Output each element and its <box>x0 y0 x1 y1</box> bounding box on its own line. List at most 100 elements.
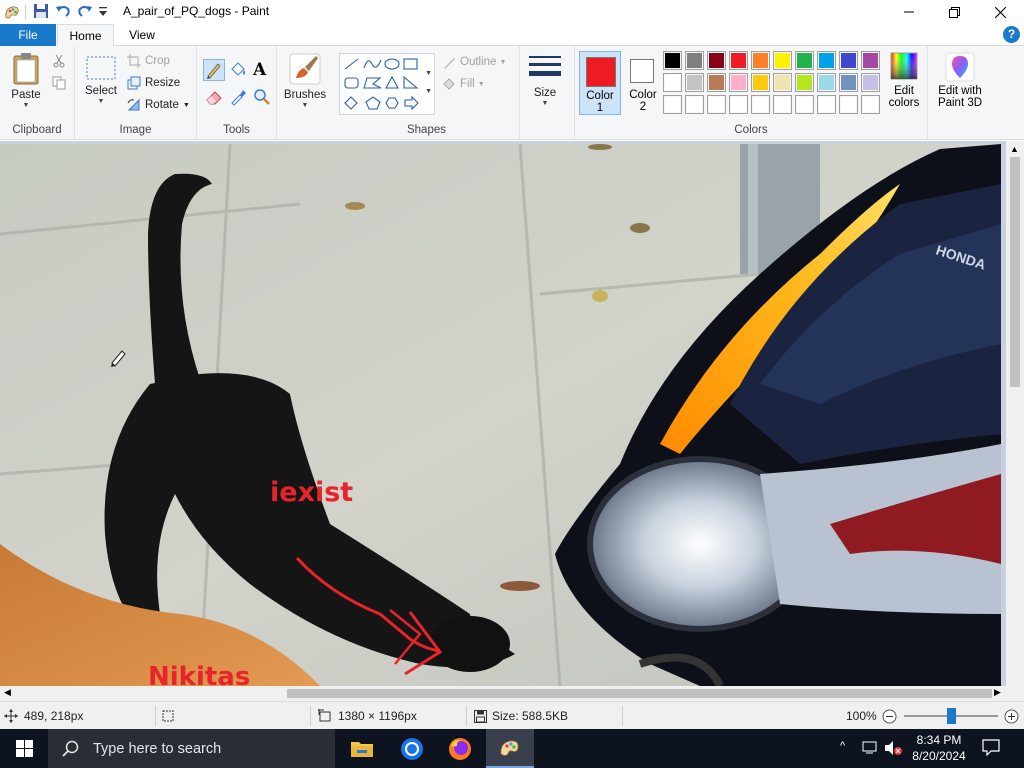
palette-swatch[interactable] <box>663 51 682 70</box>
cut-icon[interactable] <box>52 54 66 71</box>
pencil-icon <box>207 63 221 79</box>
palette-swatch[interactable] <box>817 73 836 92</box>
paste-button[interactable]: Paste ▼ <box>6 52 46 110</box>
text-tool-icon[interactable]: A <box>253 60 266 80</box>
palette-swatch[interactable] <box>861 51 880 70</box>
redo-icon[interactable] <box>77 3 93 22</box>
maximize-button[interactable] <box>931 0 977 24</box>
annotation-nikitas: Nikitas <box>148 662 251 686</box>
pencil-tool[interactable] <box>203 59 225 81</box>
magnifier-tool[interactable] <box>253 88 271 109</box>
select-button[interactable]: Select ▼ <box>83 54 119 106</box>
palette-swatch[interactable] <box>751 95 770 114</box>
crop-icon <box>127 54 141 68</box>
close-button[interactable] <box>977 0 1023 24</box>
customize-quick-access-icon[interactable] <box>98 6 108 21</box>
horizontal-scroll-thumb[interactable] <box>287 689 992 698</box>
volume-muted-icon[interactable] <box>884 740 902 759</box>
eyedropper-icon <box>231 90 246 106</box>
palette-swatch[interactable] <box>707 95 726 114</box>
tab-view[interactable]: View <box>118 24 166 46</box>
palette-swatch[interactable] <box>861 73 880 92</box>
rotate-button[interactable]: Rotate ▼ <box>127 95 190 115</box>
paintbrush-icon <box>289 53 321 85</box>
scroll-right-icon[interactable]: ▶ <box>994 687 1001 698</box>
palette-swatch[interactable] <box>773 95 792 114</box>
vertical-scroll-thumb[interactable] <box>1010 157 1020 387</box>
start-button[interactable] <box>0 729 48 768</box>
tab-home[interactable]: Home <box>57 24 114 47</box>
palette-swatch[interactable] <box>685 95 704 114</box>
palette-swatch[interactable] <box>685 51 704 70</box>
palette-swatch[interactable] <box>729 73 748 92</box>
horizontal-scrollbar[interactable]: ◀ ▶ <box>0 686 1024 701</box>
outline-button[interactable]: Outline ▼ <box>442 52 506 72</box>
scroll-left-icon[interactable]: ◀ <box>4 687 11 698</box>
zoom-slider-thumb[interactable] <box>947 708 956 724</box>
chrome-taskbar-button[interactable] <box>388 729 436 768</box>
color-picker-tool[interactable] <box>229 88 247 109</box>
help-icon[interactable]: ? <box>1003 26 1020 43</box>
palette-swatch[interactable] <box>839 73 858 92</box>
shapes-gallery[interactable]: ▼ ▼ <box>339 53 435 115</box>
brushes-button[interactable]: Brushes ▼ <box>280 52 330 110</box>
scroll-up-icon[interactable]: ▲ <box>1010 144 1019 154</box>
chevron-down-icon[interactable]: ▼ <box>425 70 432 77</box>
palette-swatch[interactable] <box>861 95 880 114</box>
show-hidden-icons-icon[interactable]: ^ <box>840 740 845 752</box>
color1-button[interactable]: Color 1 <box>579 51 621 115</box>
drawing-canvas[interactable]: HONDA iexist Nikitas <box>0 144 1001 686</box>
chevron-down-icon[interactable]: ▼ <box>425 88 432 95</box>
zoom-slider-track[interactable] <box>904 708 998 724</box>
palette-swatch[interactable] <box>795 95 814 114</box>
palette-swatch[interactable] <box>839 95 858 114</box>
paint-taskbar-button[interactable] <box>486 729 534 768</box>
palette-swatch[interactable] <box>839 51 858 70</box>
palette-swatch[interactable] <box>729 95 748 114</box>
palette-swatch[interactable] <box>751 51 770 70</box>
paint-app-icon[interactable] <box>3 3 21 24</box>
network-icon[interactable] <box>862 740 879 758</box>
color-palette <box>663 51 885 115</box>
undo-icon[interactable] <box>55 3 71 22</box>
palette-swatch[interactable] <box>817 95 836 114</box>
save-icon[interactable] <box>33 3 49 22</box>
image-group-label: Image <box>119 124 152 136</box>
vertical-scrollbar[interactable]: ▲ <box>1006 141 1024 686</box>
edit-with-paint3d-button[interactable]: Edit with Paint 3D <box>932 52 988 116</box>
notifications-icon[interactable] <box>982 739 1000 759</box>
palette-swatch[interactable] <box>707 51 726 70</box>
size-button[interactable]: Size ▼ <box>524 54 566 108</box>
edit-colors-button[interactable]: Edit colors <box>885 52 923 116</box>
palette-swatch[interactable] <box>729 51 748 70</box>
palette-swatch[interactable] <box>795 73 814 92</box>
system-clock[interactable]: 8:34 PM 8/20/2024 <box>905 732 973 764</box>
palette-swatch[interactable] <box>795 51 814 70</box>
firefox-taskbar-button[interactable] <box>436 729 484 768</box>
fill-button[interactable]: Fill ▼ <box>442 74 485 94</box>
rotate-icon <box>127 98 140 111</box>
copy-icon[interactable] <box>52 76 66 93</box>
taskbar-search-box[interactable]: Type here to search <box>48 729 335 768</box>
fill-tool[interactable] <box>229 61 247 82</box>
palette-swatch[interactable] <box>751 73 770 92</box>
resize-button[interactable]: Resize <box>127 73 180 93</box>
palette-swatch[interactable] <box>773 51 792 70</box>
ribbon-tabs: File Home View ? <box>0 24 1024 47</box>
minimize-button[interactable] <box>886 0 932 24</box>
color2-button[interactable]: Color 2 <box>623 51 663 115</box>
tools-group: A Tools <box>197 46 277 140</box>
palette-swatch[interactable] <box>685 73 704 92</box>
crop-button[interactable]: Crop <box>127 51 170 71</box>
zoom-out-button[interactable] <box>882 709 897 727</box>
tools-group-label: Tools <box>223 124 250 136</box>
palette-swatch[interactable] <box>663 73 682 92</box>
palette-swatch[interactable] <box>663 95 682 114</box>
tab-file[interactable]: File <box>0 24 56 46</box>
file-explorer-taskbar-button[interactable] <box>338 729 386 768</box>
palette-swatch[interactable] <box>773 73 792 92</box>
palette-swatch[interactable] <box>817 51 836 70</box>
zoom-in-button[interactable] <box>1004 709 1019 727</box>
palette-swatch[interactable] <box>707 73 726 92</box>
eraser-tool[interactable] <box>205 88 223 109</box>
